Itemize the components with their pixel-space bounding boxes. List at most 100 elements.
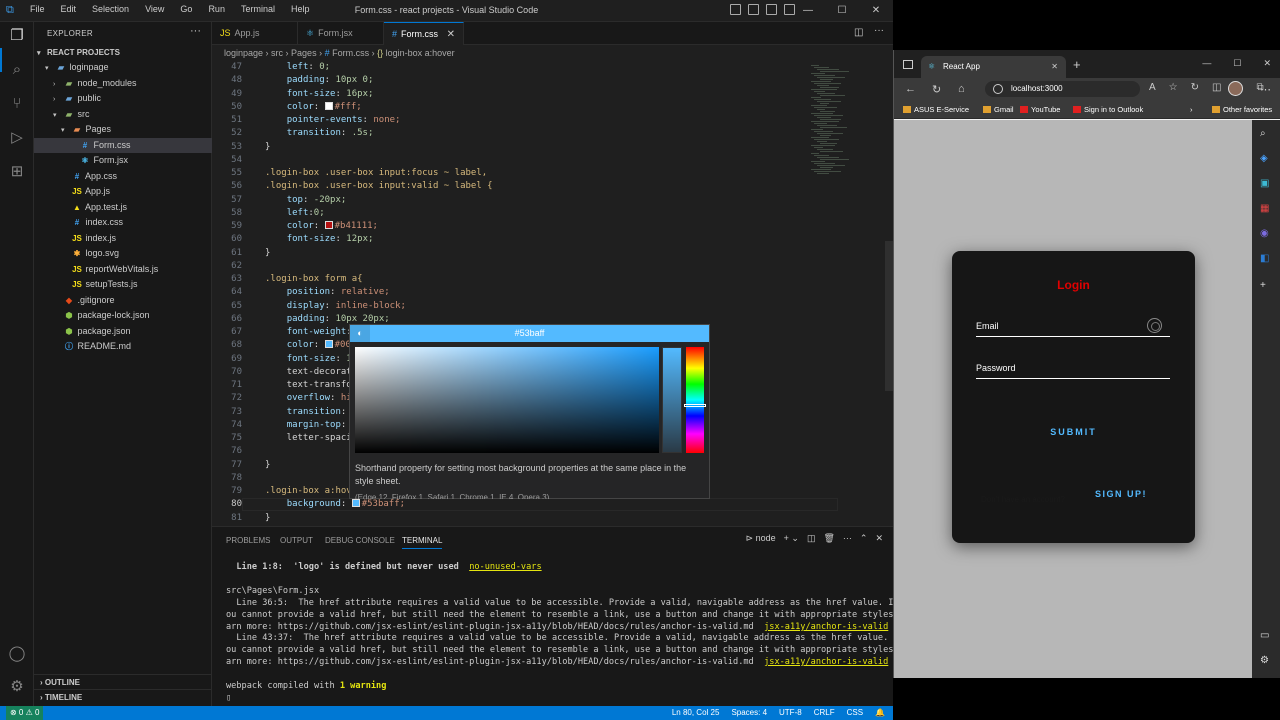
rule-link[interactable]: no-unused-vars: [469, 562, 541, 572]
tree-file-package-json[interactable]: ⬢ package.json: [34, 324, 212, 339]
tab-actions-icon[interactable]: [903, 60, 913, 69]
browser-maximize-icon[interactable]: ☐: [1233, 58, 1241, 69]
color-picker-header[interactable]: ◐ #53baff: [350, 325, 709, 342]
tree-file-index-js[interactable]: JS index.js: [34, 231, 212, 246]
more-actions-icon[interactable]: ···: [190, 25, 201, 37]
menu-terminal[interactable]: Terminal: [233, 4, 283, 14]
split-terminal-icon[interactable]: ◫: [807, 533, 816, 544]
status-cursor-position[interactable]: Ln 80, Col 25: [672, 706, 720, 720]
split-screen-icon[interactable]: ◫: [1212, 82, 1221, 93]
minimap[interactable]: [809, 61, 879, 181]
kill-terminal-icon[interactable]: 🗑: [823, 533, 834, 544]
browser-close-icon[interactable]: ✕: [1263, 58, 1271, 69]
sidebar-settings-icon[interactable]: ⚙: [1260, 655, 1269, 666]
editor-more-icon[interactable]: ···: [874, 25, 884, 36]
tree-file-package-lock-json[interactable]: ⬢ package-lock.json: [34, 308, 212, 323]
toggle-sidebar-icon[interactable]: [730, 4, 741, 15]
bookmark-other[interactable]: Other favorites: [1212, 100, 1272, 119]
outlook-icon[interactable]: ◧: [1260, 253, 1269, 264]
status-problems[interactable]: ⊗ 0 ⚠ 0: [6, 706, 44, 720]
tab-form-jsx[interactable]: ⚛ Form.jsx: [298, 22, 384, 45]
browser-menu-icon[interactable]: ⋯: [1260, 83, 1271, 96]
maximize-icon[interactable]: ☐: [825, 0, 859, 22]
rule-link[interactable]: jsx-a11y/anchor-is-valid: [764, 622, 888, 632]
address-bar[interactable]: localhost:3000: [985, 81, 1140, 97]
site-info-icon[interactable]: [993, 84, 1003, 94]
email-field[interactable]: [976, 336, 1170, 337]
tab-problems[interactable]: PROBLEMS: [226, 536, 270, 545]
minimize-icon[interactable]: —: [791, 0, 825, 22]
tree-folder-pages[interactable]: ▾ ▰ Pages: [34, 122, 212, 137]
tree-file-logo-svg[interactable]: ✱ logo.svg: [34, 246, 212, 261]
maximize-panel-icon[interactable]: ⌃: [860, 533, 868, 544]
signup-link[interactable]: SIGN UP!: [1095, 489, 1147, 499]
status-indentation[interactable]: Spaces: 4: [731, 706, 767, 720]
breadcrumb-symbol[interactable]: login-box a:hover: [386, 48, 455, 58]
toggle-panel-icon[interactable]: [748, 4, 759, 15]
browser-tab[interactable]: ⚛ React App ✕: [921, 56, 1066, 78]
more-icon[interactable]: ···: [843, 533, 852, 544]
tab-output[interactable]: OUTPUT: [280, 536, 313, 545]
hue-slider-handle[interactable]: [684, 404, 706, 407]
bookmark-youtube[interactable]: YouTube: [1020, 100, 1060, 119]
extensions-icon[interactable]: ⊞: [7, 162, 27, 182]
bookmark-asus[interactable]: ASUS E-Service: [903, 100, 969, 119]
tree-file-setuptests-js[interactable]: JS setupTests.js: [34, 277, 212, 292]
notifications-icon[interactable]: 🔔: [875, 706, 885, 720]
close-icon[interactable]: ✕: [859, 0, 893, 22]
tree-file-app-js[interactable]: JS App.js: [34, 184, 212, 199]
color-swatch[interactable]: [324, 221, 333, 229]
favorite-icon[interactable]: ☆: [1169, 82, 1178, 93]
menu-edit[interactable]: Edit: [53, 4, 85, 14]
run-debug-icon[interactable]: ▷: [7, 128, 27, 148]
email-label[interactable]: Email: [976, 321, 999, 331]
menu-view[interactable]: View: [137, 4, 172, 14]
status-eol[interactable]: CRLF: [814, 706, 835, 720]
color-hex-value[interactable]: #53baff: [515, 328, 545, 338]
tree-file-reportwebvitals-js[interactable]: JS reportWebVitals.js: [34, 262, 212, 277]
tab-terminal[interactable]: TERMINAL: [402, 536, 443, 549]
password-field[interactable]: [976, 378, 1170, 379]
menu-selection[interactable]: Selection: [84, 4, 137, 14]
tree-file-index-css[interactable]: # index.css: [34, 215, 212, 230]
tree-folder-src[interactable]: ▾ ▰ src: [34, 107, 212, 122]
tools-icon[interactable]: ▦: [1260, 203, 1269, 214]
account-icon[interactable]: ◯: [7, 644, 27, 664]
opacity-strip[interactable]: [662, 347, 682, 453]
editor-scrollbar[interactable]: [885, 241, 893, 391]
breadcrumb-file[interactable]: Form.css: [332, 48, 369, 58]
shopping-icon[interactable]: ▣: [1260, 178, 1269, 189]
tree-file-readme-md[interactable]: ⓘ README.md: [34, 339, 212, 354]
password-label[interactable]: Password: [976, 363, 1016, 373]
search-icon[interactable]: ⌕: [7, 60, 27, 80]
saturation-box[interactable]: [355, 347, 659, 453]
refresh-icon[interactable]: ↻: [932, 83, 941, 96]
tree-folder-public[interactable]: › ▰ public: [34, 91, 212, 106]
home-icon[interactable]: ⌂: [958, 83, 965, 95]
add-sidebar-icon[interactable]: +: [1260, 280, 1266, 291]
project-root[interactable]: ▾ REACT PROJECTS: [34, 45, 212, 60]
status-encoding[interactable]: UTF-8: [779, 706, 802, 720]
menu-file[interactable]: File: [22, 4, 53, 14]
tab-app-js[interactable]: JS App.js: [212, 22, 298, 45]
toggle-secondary-sidebar-icon[interactable]: [766, 4, 777, 15]
tree-file-app-test-js[interactable]: ▲ App.test.js: [34, 200, 212, 215]
fingerprint-icon[interactable]: [1147, 318, 1162, 333]
outline-section[interactable]: › OUTLINE: [34, 674, 212, 689]
settings-gear-icon[interactable]: ⚙: [7, 677, 27, 697]
bookmark-outlook[interactable]: Sign in to Outlook: [1073, 100, 1143, 119]
close-tab-icon[interactable]: ✕: [1051, 56, 1058, 78]
read-aloud-icon[interactable]: A: [1149, 82, 1156, 93]
games-icon[interactable]: ◉: [1260, 228, 1269, 239]
breadcrumb-pages[interactable]: Pages: [291, 48, 317, 58]
menu-help[interactable]: Help: [283, 4, 318, 14]
color-swatch[interactable]: [324, 101, 333, 110]
color-picker[interactable]: ◐ #53baff Shorthand property for setting…: [349, 324, 710, 499]
tab-debug-console[interactable]: DEBUG CONSOLE: [325, 536, 395, 545]
original-color-icon[interactable]: ◐: [350, 325, 370, 342]
tree-file-form-jsx[interactable]: ⚛ Form.jsx: [34, 153, 212, 168]
submit-button[interactable]: SUBMIT: [952, 427, 1195, 437]
status-language[interactable]: CSS: [847, 706, 863, 720]
tree-folder-loginpage[interactable]: ▾ ▰ loginpage: [34, 60, 212, 75]
profile-avatar[interactable]: [1228, 81, 1243, 96]
